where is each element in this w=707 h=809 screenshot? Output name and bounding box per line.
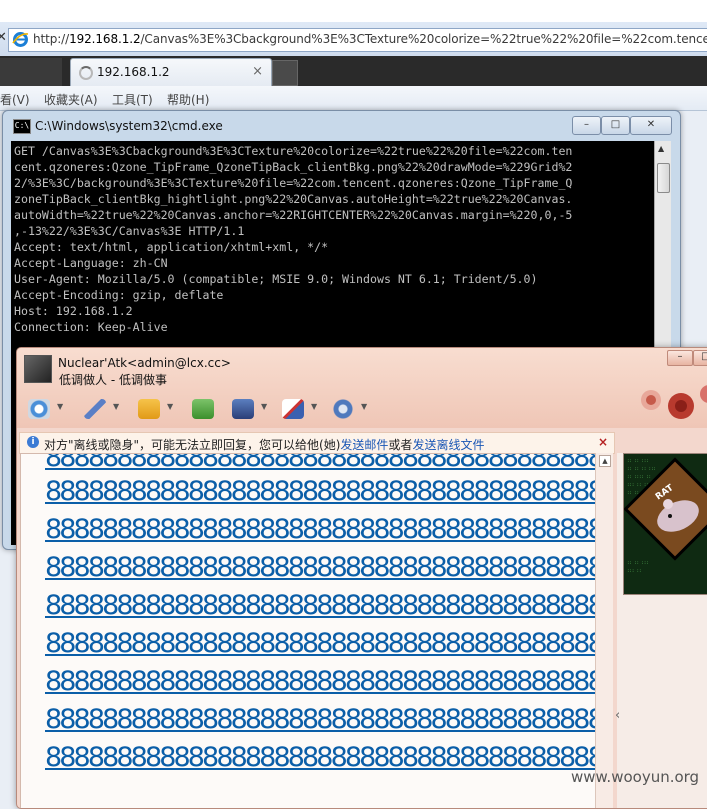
chevron-down-icon[interactable]: ▼ [113, 402, 119, 411]
qq-chat-window[interactable]: Nuclear'Atk<admin@lcx.cc> 低调做人 - 低调做事 – … [16, 347, 707, 809]
chevron-down-icon[interactable]: ▼ [57, 402, 63, 411]
qq-maximize-button[interactable]: □ [693, 350, 707, 366]
send-email-link[interactable]: 发送邮件 [340, 438, 388, 452]
menu-view[interactable]: 看(V) [0, 91, 30, 108]
cmd-line: cent.qzoneres:Qzone_TipFrame_QzoneTipBac… [14, 160, 573, 174]
cmd-title-bar[interactable]: C:\ C:\Windows\system32\cmd.exe – □ ✕ [11, 116, 672, 138]
menu-bar [0, 86, 707, 111]
loading-spinner-icon [79, 66, 93, 80]
menu-help[interactable]: 帮助(H) [167, 91, 209, 108]
chevron-down-icon[interactable]: ▼ [261, 402, 267, 411]
game-glyph [282, 399, 304, 419]
send-file-icon[interactable]: ▼ [135, 396, 173, 422]
message-line[interactable]: 888888888888888888888888888888888888888 [45, 514, 595, 546]
scroll-up-icon[interactable]: ▲ [658, 144, 664, 153]
cmd-line: Accept-Language: zh-CN [14, 256, 168, 270]
notice-text: 对方"离线或隐身"，可能无法立即回复，您可以给他(她)发送邮件或者发送离线文件 [44, 436, 484, 453]
cmd-title: C:\Windows\system32\cmd.exe [35, 119, 223, 133]
message-line[interactable]: 888888888888888888888888888888888888888 [45, 476, 595, 508]
browser-top-strip [0, 0, 707, 22]
contact-show-image: :: :: ::: :: :: :: ::: :: :::: :: ::: ::… [623, 453, 707, 595]
scroll-up-icon[interactable]: ▲ [599, 455, 611, 467]
info-icon: i [27, 436, 39, 448]
contact-name: Nuclear'Atk<admin@lcx.cc> [58, 356, 231, 370]
watermark: www.wooyun.org [571, 768, 700, 786]
scroll-thumb[interactable] [657, 163, 670, 193]
cmd-line: zoneTipBack_clientBkg_hightlight.png%22%… [14, 192, 573, 206]
settings-icon[interactable]: ▼ [329, 396, 367, 422]
cmd-line: ,-13%22/%3E%3C/Canvas%3E HTTP/1.1 [14, 224, 245, 238]
cmd-line: Connection: Keep-Alive [14, 320, 168, 334]
cmd-line: GET /Canvas%3E%3Cbackground%3E%3CTexture… [14, 144, 573, 158]
cmd-line: Host: 192.168.1.2 [14, 304, 133, 318]
url-host: 192.168.1.2 [69, 32, 141, 46]
chevron-down-icon[interactable]: ▼ [361, 402, 367, 411]
cmd-line: Accept-Encoding: gzip, deflate [14, 288, 224, 302]
svg-text::: :::: ::: :: :::: :: [627, 474, 651, 479]
cmd-line: autoWidth=%22true%22%20Canvas.anchor=%22… [14, 208, 573, 222]
tab-bar-left [0, 58, 62, 86]
apps-glyph [192, 399, 214, 419]
avatar[interactable] [24, 355, 52, 383]
message-line[interactable]: 888888888888888888888888888888888888888 [45, 454, 595, 474]
message-line[interactable]: 888888888888888888888888888888888888888 [45, 590, 595, 622]
tab-192-168-1-2[interactable]: 192.168.1.2 × [70, 58, 272, 87]
cmd-window-controls: – □ ✕ [572, 116, 672, 135]
side-panel: :: :: ::: :: :: :: ::: :: :::: :: ::: ::… [617, 453, 707, 808]
message-line[interactable]: 888888888888888888888888888888888888888 [45, 628, 595, 660]
maximize-button[interactable]: □ [601, 116, 630, 135]
chevron-down-icon[interactable]: ▼ [167, 402, 173, 411]
gear-icon [332, 399, 354, 419]
back-button[interactable]: ✕ [0, 30, 7, 45]
game-icon[interactable]: ▼ [279, 396, 317, 422]
send-offline-file-link[interactable]: 发送离线文件 [412, 438, 484, 452]
notice-or: 或者 [388, 438, 413, 452]
message-line[interactable]: 888888888888888888888888888888888888888 [45, 552, 595, 584]
notice-close-icon[interactable]: × [598, 435, 608, 449]
remote-glyph [232, 399, 254, 419]
ie-icon [12, 32, 29, 47]
chevron-down-icon[interactable]: ▼ [311, 402, 317, 411]
svg-text:::: ::: ::: :: [627, 568, 641, 573]
microphone-glyph [84, 399, 106, 419]
minimize-button[interactable]: – [572, 116, 601, 135]
video-call-glyph [28, 399, 50, 419]
remote-assist-icon[interactable]: ▼ [229, 396, 267, 422]
offline-notice-bar: i 对方"离线或隐身"，可能无法立即回复，您可以给他(她)发送邮件或者发送离线文… [19, 432, 615, 454]
message-line[interactable]: 888888888888888888888888888888888888888 [45, 704, 595, 736]
video-call-icon[interactable]: ▼ [25, 396, 63, 422]
svg-text::: :: :: :::: :: :: :: ::: [627, 466, 656, 471]
chat-message-area[interactable]: 888888888888888888888888888888888888888 … [20, 453, 596, 808]
collapse-arrow-icon[interactable]: ‹ [615, 708, 620, 723]
menu-tools[interactable]: 工具(T) [112, 91, 153, 108]
svg-text::: :: :::: :: :: ::: [627, 458, 649, 463]
decorative-flowers-icon [641, 385, 707, 419]
cmd-line: 2/%3E%3C/background%3E%3CTexture%20file=… [14, 176, 573, 190]
cmd-icon: C:\ [13, 119, 31, 134]
folder-glyph [138, 399, 160, 419]
apps-icon[interactable] [189, 396, 217, 422]
rat-picture: :: :: ::: :: :: :: ::: :: :::: :: ::: ::… [624, 454, 707, 594]
cmd-output: GET /Canvas%3E%3Cbackground%3E%3CTexture… [14, 143, 572, 335]
voice-call-icon[interactable]: ▼ [81, 396, 119, 422]
qq-minimize-button[interactable]: – [667, 350, 693, 366]
message-line[interactable]: 888888888888888888888888888888888888888 [45, 666, 595, 698]
close-button[interactable]: ✕ [630, 116, 672, 135]
chat-scrollbar[interactable]: ▲ [595, 453, 613, 808]
message-line[interactable]: 888888888888888888888888888888888888888 [45, 742, 595, 774]
menu-favorites[interactable]: 收藏夹(A) [44, 91, 98, 108]
svg-text:::: :: ::: ::: :: :: [627, 482, 649, 487]
tab-title: 192.168.1.2 [97, 65, 170, 79]
cmd-line: User-Agent: Mozilla/5.0 (compatible; MSI… [14, 272, 538, 286]
contact-signature: 低调做人 - 低调做事 [59, 373, 167, 387]
url-path: /Canvas%3E%3Cbackground%3E%3CTexture%20c… [140, 32, 707, 46]
url-text: http://192.168.1.2/Canvas%3E%3Cbackgroun… [33, 32, 707, 46]
url-prefix: http:// [33, 32, 70, 46]
svg-text::: :: :::: :: :: ::: [627, 560, 649, 565]
cmd-line: Accept: text/html, application/xhtml+xml… [14, 240, 329, 254]
new-tab-button[interactable] [272, 60, 298, 86]
tab-close-icon[interactable]: × [252, 64, 263, 79]
notice-message: 对方"离线或隐身"，可能无法立即回复，您可以给他(她) [44, 438, 341, 452]
